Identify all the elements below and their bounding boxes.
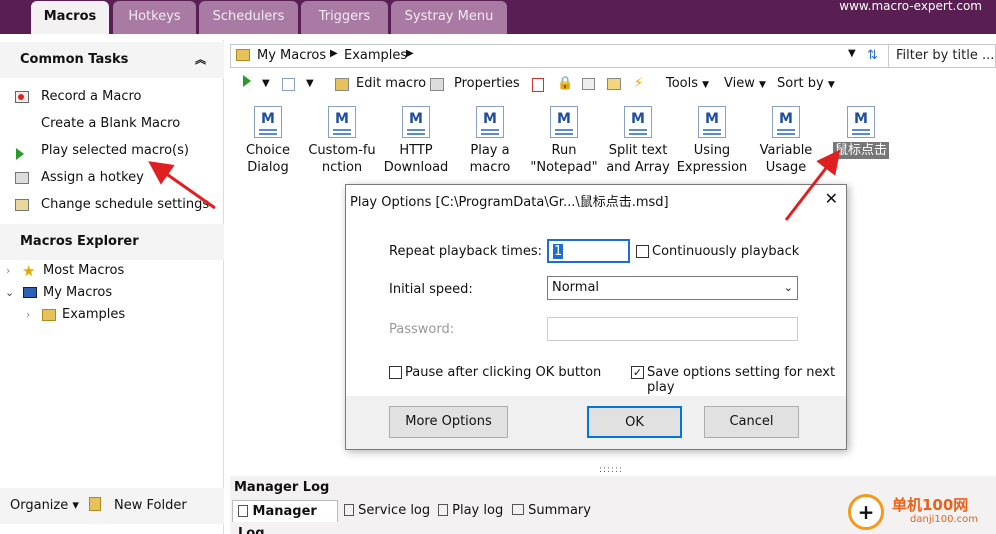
watermark: + 单机100网 danji100.com	[846, 492, 996, 534]
annotation-arrows	[148, 149, 841, 221]
arrow-to-play-selected	[148, 161, 216, 210]
arrow-to-macro-file	[784, 149, 841, 221]
watermark-url: danji100.com	[910, 514, 978, 525]
watermark-text: 单机100网	[892, 496, 969, 514]
watermark-logo-icon: +	[848, 494, 884, 530]
